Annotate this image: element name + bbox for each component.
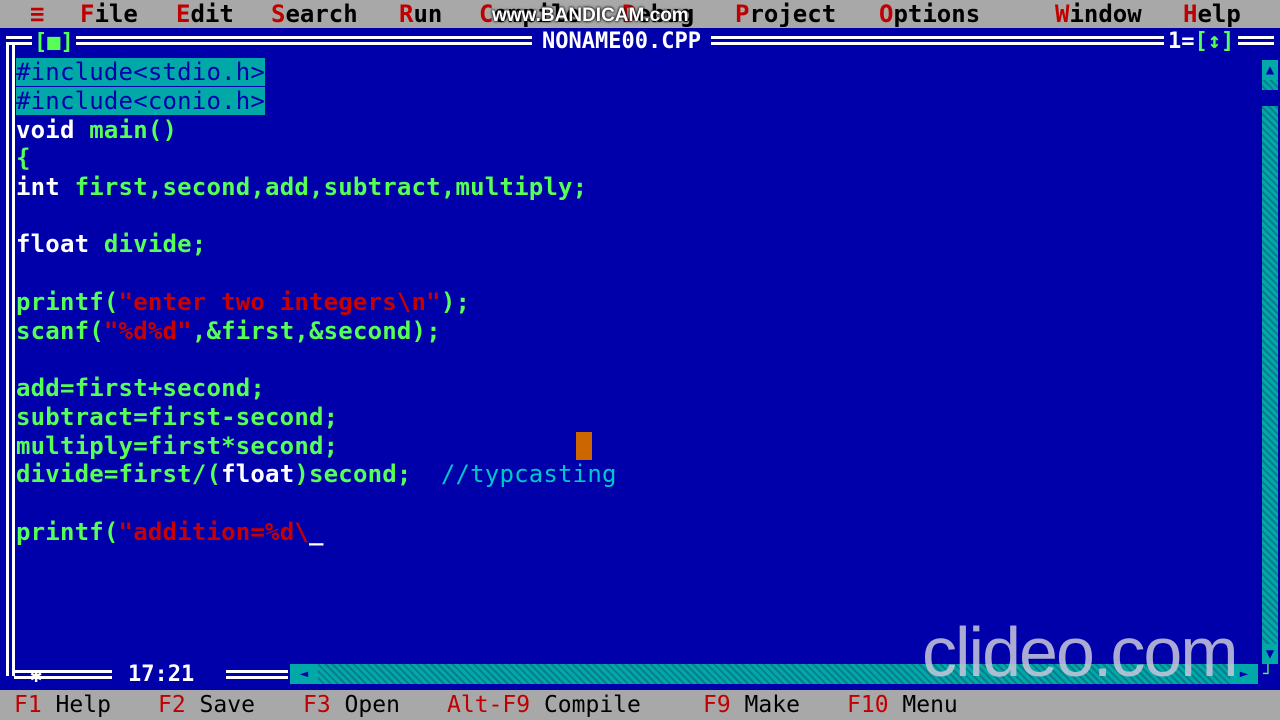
code-line-5: int first,second,add,subtract,multiply;: [16, 173, 588, 201]
system-menu-icon[interactable]: ≡: [30, 0, 44, 28]
fkey-save[interactable]: F2 Save: [158, 690, 255, 720]
menu-project[interactable]: Project: [735, 0, 836, 28]
bandicam-watermark: www.BANDICAM.com: [492, 5, 689, 26]
menu-run[interactable]: Run: [399, 0, 442, 28]
frame-bottom-border: [226, 670, 288, 679]
fkey-make[interactable]: F9 Make: [703, 690, 800, 720]
menu-options[interactable]: Options: [879, 0, 980, 28]
fkey-open[interactable]: F3 Open: [303, 690, 400, 720]
code-line-12: add=first+second;: [16, 374, 266, 402]
menu-edit[interactable]: Edit: [176, 0, 234, 28]
code-line-14: multiply=first*second;: [16, 432, 339, 460]
code-line-3: void main(): [16, 116, 178, 144]
close-window-button[interactable]: [■]: [32, 30, 76, 56]
code-editor[interactable]: #include<stdio.h> #include<conio.h> void…: [16, 58, 1256, 658]
code-line-2: #include<conio.h>: [16, 87, 266, 115]
window-title: NONAME00.CPP: [532, 28, 711, 56]
vertical-scrollbar[interactable]: ▲ ▼: [1262, 60, 1278, 664]
scroll-left-arrow-icon[interactable]: ◄: [290, 664, 318, 684]
cursor-position: 17:21: [118, 662, 205, 688]
scroll-down-arrow-icon[interactable]: ▼: [1262, 644, 1278, 664]
frame-bottom-border: [14, 670, 112, 679]
vertical-scroll-thumb[interactable]: [1262, 90, 1278, 106]
fkey-compile[interactable]: Alt-F9 Compile: [447, 690, 641, 720]
function-key-bar: F1 Help F2 Save F3 Open Alt-F9 Compile F…: [0, 690, 1280, 720]
clideo-watermark: clideo.com: [922, 613, 1239, 691]
window-number-and-zoom[interactable]: 1=[↕]: [1164, 28, 1239, 56]
fkey-menu[interactable]: F10 Menu: [847, 690, 958, 720]
code-line-9: printf("enter two integers\n");: [16, 288, 471, 316]
code-line-7: float divide;: [16, 230, 207, 258]
menu-bar: ≡ File Edit Search Run Compile Debug Pro…: [0, 0, 1280, 28]
menu-search[interactable]: Search: [271, 0, 358, 28]
menu-file[interactable]: File: [80, 0, 138, 28]
code-line-10: scanf("%d%d",&first,&second);: [16, 317, 441, 345]
resize-corner-icon[interactable]: ┘: [1258, 664, 1278, 684]
frame-left-border: [6, 44, 15, 676]
code-line-13: subtract=first-second;: [16, 403, 339, 431]
code-line-1: #include<stdio.h>: [16, 58, 266, 86]
scroll-up-arrow-icon[interactable]: ▲: [1262, 60, 1278, 80]
code-line-4: {: [16, 144, 31, 172]
mouse-cursor: [576, 432, 592, 460]
menu-help[interactable]: Help: [1183, 0, 1241, 28]
text-cursor: _: [309, 518, 324, 546]
code-line-17: printf("addition=%d\_: [16, 518, 324, 546]
code-line-15: divide=first/(float)second; //typcasting: [16, 460, 617, 488]
modified-indicator-icon: ✱: [30, 663, 43, 687]
fkey-help[interactable]: F1 Help: [14, 690, 111, 720]
zoom-icon[interactable]: [↕]: [1195, 29, 1235, 54]
menu-window[interactable]: Window: [1055, 0, 1142, 28]
